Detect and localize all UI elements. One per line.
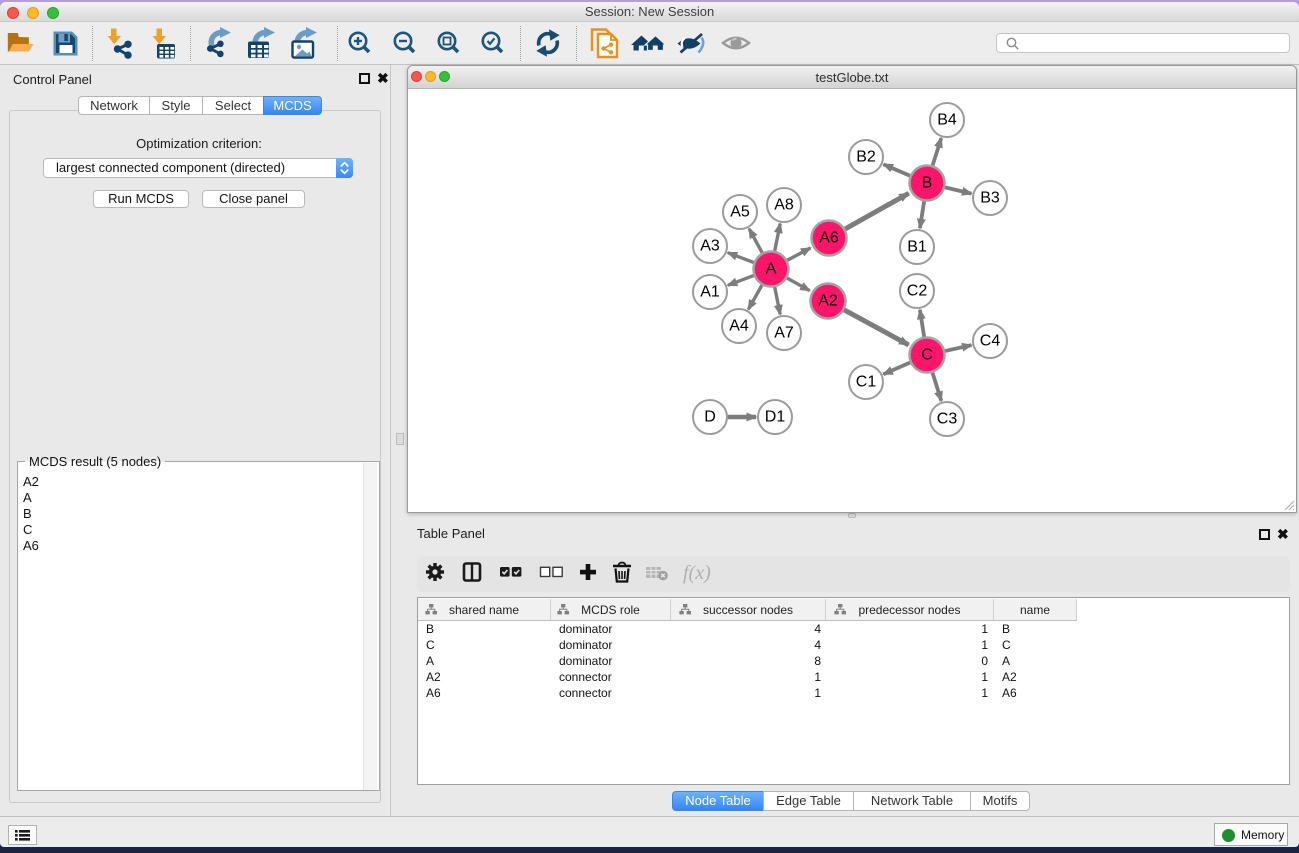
svg-text:A7: A7 [774, 325, 794, 342]
svg-text:A2: A2 [818, 293, 838, 310]
svg-text:B4: B4 [937, 112, 957, 129]
svg-text:C3: C3 [937, 411, 958, 428]
svg-text:f(x): f(x) [683, 562, 711, 584]
svg-text:C4: C4 [980, 333, 1001, 350]
svg-text:A1: A1 [700, 284, 720, 301]
svg-text:C2: C2 [907, 283, 928, 300]
svg-text:A8: A8 [774, 197, 794, 214]
svg-text:B3: B3 [980, 190, 1000, 207]
svg-text:C1: C1 [856, 374, 877, 391]
svg-text:A: A [766, 261, 777, 278]
svg-text:B2: B2 [856, 149, 876, 166]
svg-text:A6: A6 [819, 230, 839, 247]
svg-text:B: B [922, 175, 933, 192]
svg-text:D: D [704, 409, 716, 426]
svg-text:D1: D1 [765, 409, 786, 426]
svg-text:A5: A5 [730, 204, 750, 221]
svg-text:C: C [921, 347, 933, 364]
svg-text:A3: A3 [700, 238, 720, 255]
svg-text:A4: A4 [729, 318, 749, 335]
svg-text:B1: B1 [907, 239, 927, 256]
